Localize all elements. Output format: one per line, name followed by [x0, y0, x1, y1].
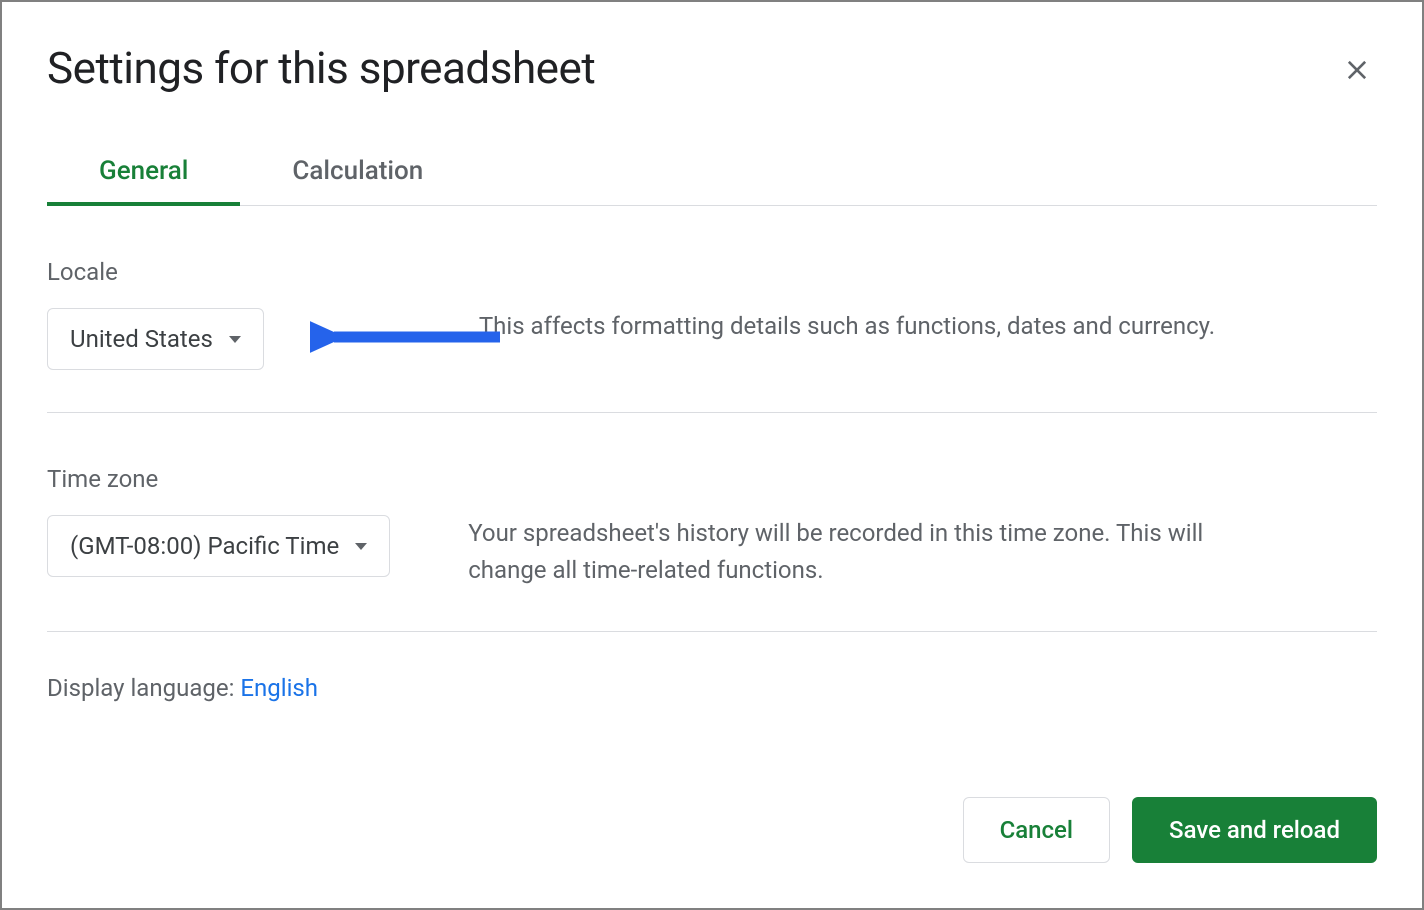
tabs-bar: General Calculation — [47, 142, 1377, 206]
display-language-link[interactable]: English — [240, 674, 318, 702]
display-language-row: Display language: English — [47, 632, 1377, 702]
close-button[interactable] — [1337, 50, 1377, 90]
locale-value: United States — [70, 325, 213, 353]
timezone-value: (GMT-08:00) Pacific Time — [70, 532, 339, 560]
annotation-arrow-icon — [310, 312, 510, 362]
dialog-title: Settings for this spreadsheet — [47, 42, 595, 94]
cancel-button[interactable]: Cancel — [963, 797, 1110, 863]
timezone-description: Your spreadsheet's history will be recor… — [468, 515, 1248, 589]
timezone-section: Time zone (GMT-08:00) Pacific Time Your … — [47, 413, 1377, 632]
display-language-label: Display language: — [47, 674, 240, 702]
tab-calculation[interactable]: Calculation — [240, 142, 475, 206]
close-icon — [1343, 56, 1371, 84]
caret-down-icon — [229, 336, 241, 343]
save-button[interactable]: Save and reload — [1132, 797, 1377, 863]
locale-section: Locale United States This affects format… — [47, 206, 1377, 413]
dialog-footer: Cancel Save and reload — [963, 797, 1377, 863]
tab-general[interactable]: General — [47, 142, 240, 206]
locale-label: Locale — [47, 258, 1377, 286]
timezone-dropdown[interactable]: (GMT-08:00) Pacific Time — [47, 515, 390, 577]
timezone-label: Time zone — [47, 465, 1377, 493]
locale-dropdown[interactable]: United States — [47, 308, 264, 370]
dialog-header: Settings for this spreadsheet — [47, 42, 1377, 94]
locale-description: This affects formatting details such as … — [479, 308, 1215, 345]
caret-down-icon — [355, 543, 367, 550]
